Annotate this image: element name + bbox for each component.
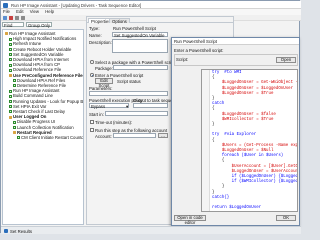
menu-help[interactable]: Help: [45, 9, 54, 14]
run-as-checkbox[interactable]: [90, 128, 94, 132]
step-check-icon: [9, 37, 12, 41]
set-account-button[interactable]: …: [158, 133, 168, 138]
properties-tabs: Properties Options: [87, 17, 233, 23]
open-button[interactable]: Open: [276, 56, 296, 63]
window-title: Run HP Image Assistant - [Updating Drive…: [11, 2, 142, 8]
start-in-input[interactable]: [105, 111, 168, 116]
task-sequence-tree: Run HP Image Assistant High Impact Notifi…: [2, 29, 84, 225]
script-status-label: Script status: [117, 79, 141, 84]
status-bar: Set Results: [1, 226, 301, 234]
step-check-icon: [9, 63, 12, 67]
code-line: $WMIcollector = $True: [212, 117, 274, 122]
dialog-title: Run PowerShell Script: [174, 39, 217, 44]
line-number-gutter: [202, 70, 210, 211]
step-check-icon: [17, 136, 20, 140]
step-check-icon: [13, 84, 16, 88]
find-bar: Find Group Only: [2, 21, 84, 28]
name-label: Name:: [89, 33, 102, 38]
chevron-down-icon: ▾: [126, 104, 129, 109]
code-line: try #via Explorer: [212, 133, 257, 138]
tab-options[interactable]: Options: [109, 17, 130, 23]
type-value: Run PowerShell Script: [113, 26, 156, 31]
step-check-icon: [13, 120, 16, 124]
powershell-script-dialog: Run PowerShell Script Enter a PowerShell…: [171, 37, 300, 226]
package-input[interactable]: [113, 65, 168, 70]
type-label: Type:: [89, 26, 100, 31]
edit-script-button[interactable]: Edit Script: [95, 78, 113, 87]
group-folder-icon: [5, 32, 8, 36]
menu-edit[interactable]: Edit: [16, 9, 23, 14]
status-icon: [4, 228, 8, 233]
status-text: Set Results: [10, 228, 32, 234]
step-check-icon: [9, 47, 12, 51]
app-icon: [3, 2, 8, 8]
tree-item[interactable]: CM Client Initiate Restart Countdown: [17, 135, 84, 140]
group-folder-icon: [9, 73, 12, 77]
step-check-icon: [9, 105, 12, 109]
code-line: $LoggedOnUser = $True: [212, 91, 274, 96]
code-line: }: [212, 123, 215, 127]
group-folder-icon: [13, 131, 16, 135]
select-package-label: Select a package with a PowerShell scrip…: [95, 59, 175, 65]
step-check-icon: [13, 125, 16, 129]
add-step-icon[interactable]: [3, 16, 7, 20]
timeout-label: Time-out (minutes):: [95, 119, 133, 125]
script-editor[interactable]: try #to WMI{ $LoggedOnUser = Get-WmiObje…: [201, 69, 298, 212]
step-check-icon: [9, 68, 12, 72]
exec-policy-select[interactable]: Bypass ▾: [89, 103, 129, 109]
select-package-radio[interactable]: [90, 60, 94, 64]
package-label: Package:: [95, 66, 113, 71]
code-line: if ($WMIcollector) {$LoggedOnUse: [231, 180, 298, 185]
move-down-icon[interactable]: [21, 16, 25, 20]
dialog-title-bar: Run PowerShell Script: [172, 38, 299, 45]
find-input[interactable]: Find: [2, 22, 24, 28]
code-line: return $LoggedOnUser: [212, 206, 262, 211]
description-input[interactable]: [112, 39, 168, 53]
step-check-icon: [9, 53, 12, 57]
move-up-icon[interactable]: [15, 16, 19, 20]
step-check-icon: [9, 99, 12, 103]
title-bar: Run HP Image Assistant - [Updating Drive…: [1, 1, 301, 9]
description-label: Description:: [89, 40, 112, 45]
open-in-editor-button[interactable]: Open in code editor: [174, 215, 206, 224]
find-scope-select[interactable]: Group Only: [26, 22, 52, 28]
step-check-icon: [9, 89, 12, 93]
timeout-checkbox[interactable]: [90, 120, 94, 124]
account-input[interactable]: [113, 133, 156, 138]
task-sequence-editor-window: Run HP Image Assistant - [Updating Drive…: [0, 0, 301, 234]
tree-item-label: CM Client Initiate Restart Countdown: [21, 135, 84, 140]
menu-view[interactable]: View: [30, 9, 39, 14]
run-as-label: Run this step as the following account: [95, 127, 168, 133]
account-label: Account:: [95, 134, 112, 139]
code-line: try #to WMI: [212, 71, 242, 75]
step-check-icon: [13, 79, 16, 83]
step-check-icon: [9, 58, 12, 62]
dialog-prompt: Enter a PowerShell script:: [174, 48, 224, 53]
parameters-input[interactable]: [89, 91, 168, 96]
group-folder-icon: [9, 115, 12, 119]
start-in-label: Start in:: [89, 112, 104, 117]
name-input[interactable]: Set SuggestedOn Variable: [112, 32, 168, 38]
output-variable-input[interactable]: [133, 103, 168, 108]
script-label: Script:: [176, 57, 189, 62]
menu-file[interactable]: File: [3, 9, 10, 14]
step-check-icon: [9, 110, 12, 114]
step-check-icon: [9, 94, 12, 98]
remove-step-icon[interactable]: [9, 16, 13, 20]
enter-script-radio[interactable]: [90, 73, 94, 77]
step-check-icon: [9, 42, 12, 46]
enter-script-label: Enter a PowerShell script: [95, 72, 144, 78]
code-line: catch{}: [212, 195, 230, 200]
ok-button[interactable]: OK: [276, 215, 296, 221]
